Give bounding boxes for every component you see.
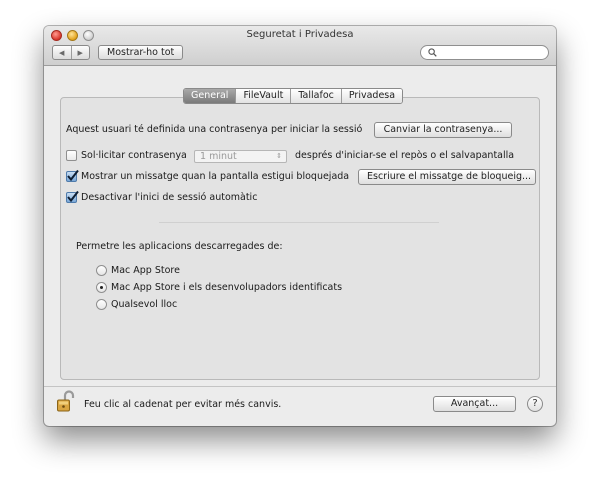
advanced-button[interactable]: Avançat... — [433, 396, 516, 412]
radio-mac-app-store[interactable] — [96, 265, 107, 276]
show-message-label: Mostrar un missatge quan la pantalla est… — [81, 171, 350, 182]
show-message-checkbox[interactable] — [66, 169, 79, 182]
back-arrow-icon: ◀ — [59, 48, 65, 57]
radio-mac-app-store-label: Mac App Store — [111, 265, 180, 276]
radio-anywhere-label: Qualsevol lloc — [111, 299, 178, 310]
disable-autologin-checkbox[interactable] — [66, 190, 79, 203]
password-status-text: Aquest usuari té definida una contraseny… — [66, 124, 363, 135]
search-icon — [428, 48, 437, 57]
require-password-suffix: després d'iniciar-se el repòs o el salva… — [295, 150, 515, 161]
lock-hint-text: Feu clic al cadenat per evitar més canvi… — [84, 399, 282, 410]
checkmark-icon — [67, 169, 79, 182]
tab-filevault[interactable]: FileVault — [235, 89, 291, 103]
forward-button[interactable]: ▶ — [70, 46, 90, 59]
radio-anywhere[interactable] — [96, 299, 107, 310]
require-password-label: Sol·licitar contrasenya — [81, 150, 187, 161]
window-title: Seguretat i Privadesa — [246, 29, 354, 40]
allow-apps-heading: Permetre les aplicacions descarregades d… — [76, 241, 283, 252]
search-input[interactable] — [420, 45, 549, 60]
tab-privacy[interactable]: Privadesa — [340, 89, 403, 103]
tab-general[interactable]: General — [184, 89, 236, 103]
help-button[interactable]: ? — [527, 396, 543, 412]
title-bar: Seguretat i Privadesa ◀ ▶ Mostrar-ho tot — [44, 26, 556, 66]
footer-divider — [44, 386, 556, 387]
tab-bar: General FileVault Tallafoc Privadesa — [183, 88, 404, 104]
lock-icon[interactable] — [56, 389, 76, 413]
show-all-button[interactable]: Mostrar-ho tot — [98, 45, 184, 60]
change-password-button[interactable]: Canviar la contrasenya... — [374, 122, 512, 138]
nav-buttons: ◀ ▶ — [52, 45, 90, 60]
back-button[interactable]: ◀ — [53, 46, 71, 59]
checkmark-icon — [67, 190, 79, 203]
tab-firewall[interactable]: Tallafoc — [290, 89, 341, 103]
forward-arrow-icon: ▶ — [77, 48, 83, 57]
require-password-delay-select[interactable]: 1 minut ⇕ — [194, 150, 287, 163]
disable-autologin-label: Desactivar l'inici de sessió automàtic — [81, 192, 258, 203]
preferences-window: Seguretat i Privadesa ◀ ▶ Mostrar-ho tot… — [44, 26, 556, 426]
select-value: 1 minut — [200, 151, 237, 162]
require-password-checkbox[interactable] — [66, 150, 77, 161]
section-divider — [159, 222, 439, 223]
radio-identified-developers-label: Mac App Store i els desenvolupadors iden… — [111, 282, 343, 293]
radio-identified-developers[interactable] — [96, 282, 107, 293]
set-lock-message-button[interactable]: Escriure el missatge de bloqueig... — [358, 169, 536, 185]
select-arrows-icon: ⇕ — [276, 152, 282, 160]
general-panel — [60, 97, 540, 380]
